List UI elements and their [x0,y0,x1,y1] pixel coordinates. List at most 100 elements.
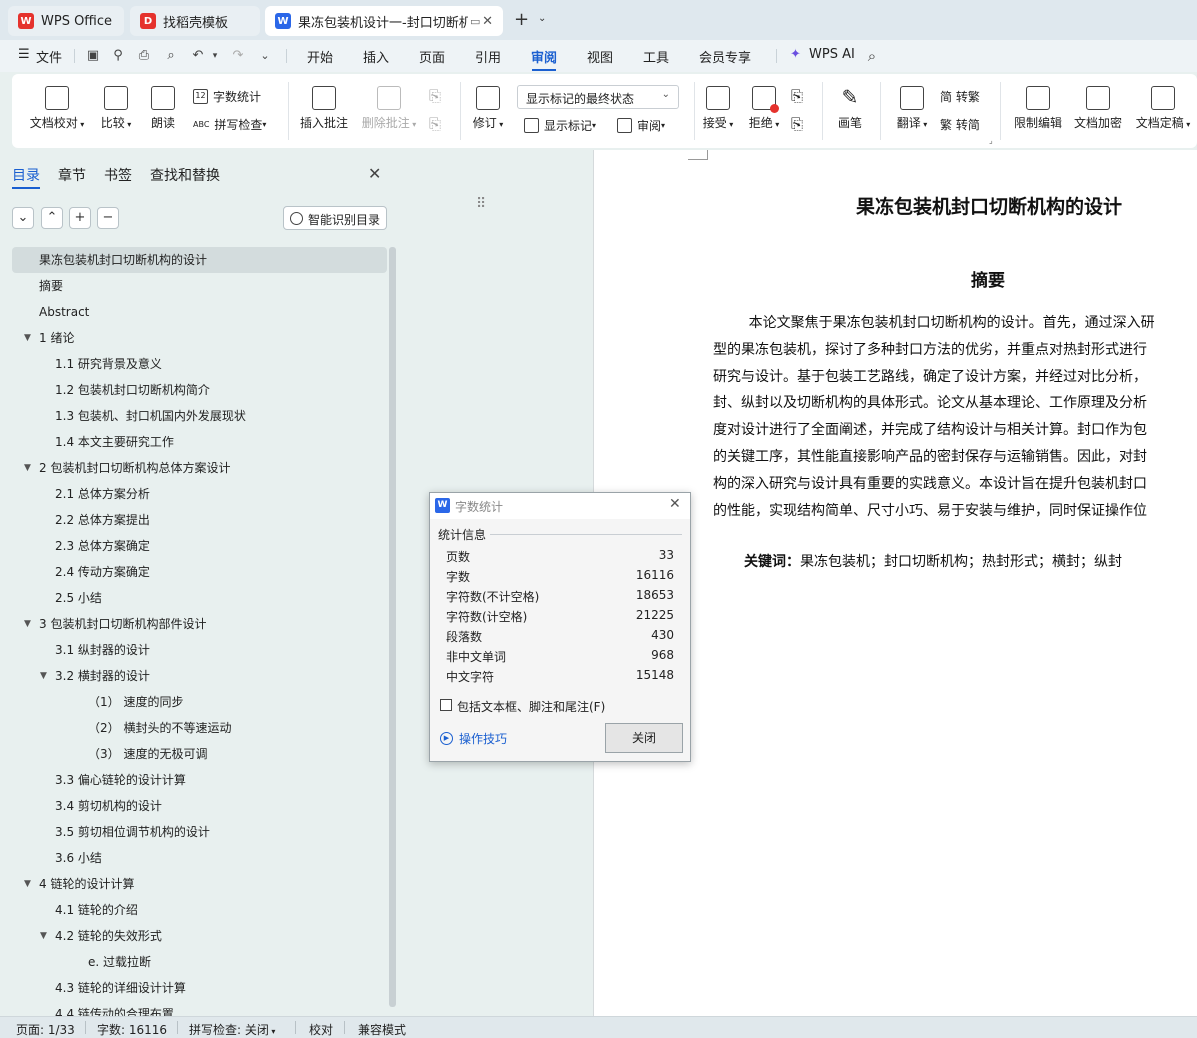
menu-review[interactable]: 审阅 [531,47,557,66]
new-tab-button[interactable]: + [514,9,529,30]
tab-toc[interactable]: 目录 [12,165,40,185]
next-change-icon[interactable]: ⎘ [791,115,803,133]
file-menu[interactable]: 文件 [36,47,62,66]
toc-item[interactable]: （1） 速度的同步 [12,689,387,715]
toc-item[interactable]: 2.1 总体方案分析 [12,481,387,507]
toc-item[interactable]: 3.3 偏心链轮的设计计算 [12,767,387,793]
close-button[interactable]: 关闭 [605,723,683,753]
proofread-button[interactable]: 文档校对 ▾ [26,86,88,131]
tab-bookmarks[interactable]: 书签 [104,165,132,185]
print-preview-icon[interactable]: ⌕ [163,48,179,64]
insert-comment-button[interactable]: 插入批注 [298,86,350,131]
include-textbox-checkbox[interactable] [440,699,452,711]
previous-change-icon[interactable]: ⎘ [791,87,803,105]
hamburger-icon[interactable]: ☰ [18,47,30,62]
delete-comment-button[interactable]: 删除批注 ▾ [358,86,420,131]
drag-handle-icon[interactable]: ⠿ [476,196,486,212]
tab-current-document[interactable]: W 果冻包装机设计一-封口切断机 ▭ ✕ [265,6,503,36]
restrict-editing-button[interactable]: 限制编辑 [1012,86,1064,131]
next-comment-icon[interactable]: ⎘ [429,115,441,133]
undo-icon[interactable]: ↶ [190,48,206,64]
toc-item[interactable]: 2.2 总体方案提出 [12,507,387,533]
encrypt-button[interactable]: 文档加密 [1072,86,1124,131]
to-traditional-button[interactable]: 简 转繁 [940,88,980,105]
toc-item[interactable]: ▼ 3 包装机封口切断机构部件设计 [12,611,387,637]
toc-scrollbar[interactable] [389,247,396,1007]
dialog-titlebar[interactable]: W 字数统计 ✕ [430,493,690,519]
close-icon[interactable]: ✕ [368,164,381,183]
toc-item[interactable]: e. 过载拉断 [12,949,387,975]
page-indicator[interactable]: 页面: 1/33 [16,1021,75,1038]
toc-item[interactable]: ▼ 2 包装机封口切断机构总体方案设计 [12,455,387,481]
menu-home[interactable]: 开始 [307,47,333,66]
close-icon[interactable]: ✕ [669,496,681,512]
tips-link[interactable]: ▶ 操作技巧 [440,730,507,747]
accept-button[interactable]: 接受 ▾ [700,86,736,131]
show-markup-button[interactable]: 显示标记 ▾ [524,117,596,134]
toc-item[interactable]: 3.4 剪切机构的设计 [12,793,387,819]
expand-triangle-icon[interactable]: ▼ [40,923,47,949]
toc-item[interactable]: 2.4 传动方案确定 [12,559,387,585]
expand-down-button[interactable]: ⌄ [12,207,34,229]
toc-item[interactable]: 1.4 本文主要研究工作 [12,429,387,455]
word-count-indicator[interactable]: 字数: 16116 [97,1021,167,1038]
save-icon[interactable]: ▣ [85,48,101,64]
expand-triangle-icon[interactable]: ▼ [24,455,31,481]
menu-reference[interactable]: 引用 [475,47,501,66]
more-chevron-icon[interactable]: ⌄ [257,48,273,64]
smart-toc-button[interactable]: 智能识别目录 [283,206,387,230]
toc-item[interactable]: 4.1 链轮的介绍 [12,897,387,923]
spell-check-indicator[interactable]: 拼写检查: 关闭 ▾ [189,1021,275,1038]
toc-item[interactable]: 2.3 总体方案确定 [12,533,387,559]
review-pane-button[interactable]: 审阅 ▾ [617,117,665,134]
redo-icon[interactable]: ↷ [230,48,246,64]
tab-chapters[interactable]: 章节 [58,165,86,185]
toc-item[interactable]: 3.1 纵封器的设计 [12,637,387,663]
reject-button[interactable]: 拒绝 ▾ [746,86,782,131]
toc-item[interactable]: 1.3 包装机、封口机国内外发展现状 [12,403,387,429]
toc-item[interactable]: ▼ 4 链轮的设计计算 [12,871,387,897]
expand-triangle-icon[interactable]: ▼ [40,663,47,689]
expand-triangle-icon[interactable]: ▼ [24,325,31,351]
toc-item[interactable]: ▼ 3.2 横封器的设计 [12,663,387,689]
toc-item[interactable]: 3.5 剪切相位调节机构的设计 [12,819,387,845]
close-tab-icon[interactable]: ✕ [482,14,493,29]
previous-comment-icon[interactable]: ⎘ [429,87,441,105]
to-simplified-button[interactable]: 繁 转简 [940,116,980,133]
toc-item[interactable]: 摘要 [12,273,387,299]
search-icon[interactable]: ⌕ [864,48,880,64]
track-changes-button[interactable]: 修订 ▾ [468,86,508,131]
menu-tools[interactable]: 工具 [643,47,669,66]
tab-find-replace[interactable]: 查找和替换 [150,165,220,185]
menu-page[interactable]: 页面 [419,47,445,66]
toc-item[interactable]: 1.2 包装机封口切断机构简介 [12,377,387,403]
finalize-button[interactable]: 文档定稿 ▾ [1132,86,1194,131]
print-icon[interactable]: ⎙ [136,48,152,64]
toc-item[interactable]: （2） 横封头的不等速运动 [12,715,387,741]
menu-insert[interactable]: 插入 [363,47,389,66]
toc-item[interactable]: ▼ 1 绪论 [12,325,387,351]
wps-ai-button[interactable]: WPS AI [809,47,855,62]
dialog-launcher-icon[interactable]: ⌟ [989,136,993,145]
toc-item[interactable]: 4.3 链轮的详细设计计算 [12,975,387,1001]
pen-button[interactable]: ✎ 画笔 [832,86,868,131]
toc-item[interactable]: 果冻包装机封口切断机构的设计 [12,247,387,273]
word-count-button[interactable]: 12 字数统计 [193,88,261,105]
tab-wps-office[interactable]: W WPS Office [8,6,124,36]
tab-docer-templates[interactable]: D 找稻壳模板 [130,6,260,36]
toc-item[interactable]: Abstract [12,299,387,325]
add-heading-button[interactable]: + [69,207,91,229]
include-textbox-label[interactable]: 包括文本框、脚注和尾注(F) [457,698,605,715]
collapse-up-button[interactable]: ⌃ [41,207,63,229]
spell-check-button[interactable]: ABC 拼写检查 ▾ [193,116,266,133]
menu-member[interactable]: 会员专享 [699,47,751,66]
share-icon[interactable]: ⚲ [110,48,126,64]
wps-ai-icon[interactable]: ✦ [790,47,801,62]
expand-triangle-icon[interactable]: ▼ [24,871,31,897]
toc-item[interactable]: 2.5 小结 [12,585,387,611]
toc-item[interactable]: 3.6 小结 [12,845,387,871]
expand-triangle-icon[interactable]: ▼ [24,611,31,637]
toc-item[interactable]: ▼ 4.2 链轮的失效形式 [12,923,387,949]
chevron-down-icon[interactable]: ⌄ [538,13,546,24]
proof-indicator[interactable]: 校对 [309,1021,333,1038]
